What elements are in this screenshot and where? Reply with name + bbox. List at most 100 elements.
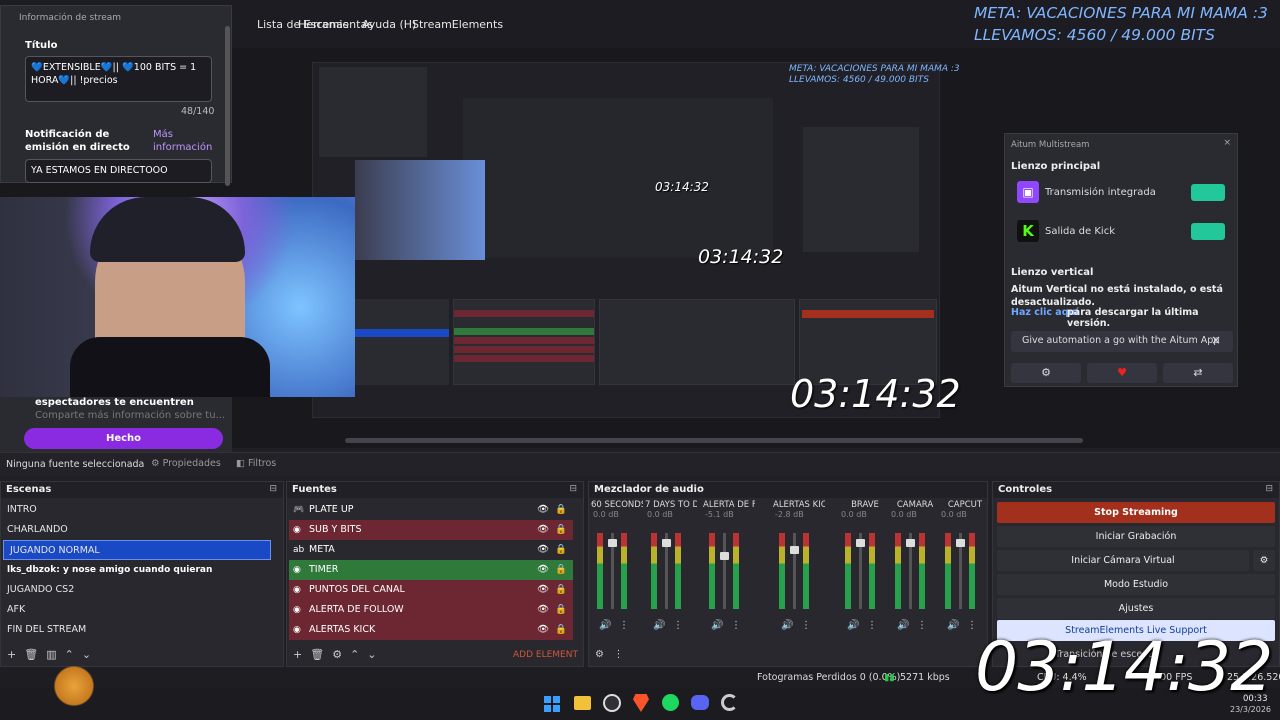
file-explorer-icon[interactable] xyxy=(574,696,591,710)
mixer-settings-icon[interactable]: ⚙ xyxy=(595,649,604,660)
spotify-icon[interactable] xyxy=(662,694,679,711)
dialog-header: Información de stream xyxy=(19,13,122,23)
sources-dock-menu-icon[interactable]: ⊟ xyxy=(569,484,577,494)
volume-slider-knob[interactable] xyxy=(956,539,965,548)
lock-icon[interactable]: 🔒 xyxy=(555,520,567,540)
aitum-settings-button[interactable]: ⚙ xyxy=(1011,363,1081,383)
aitum-title: Aitum Multistream xyxy=(1011,140,1090,150)
dialog-scrollbar[interactable] xyxy=(225,26,230,186)
done-button[interactable]: Hecho xyxy=(24,428,223,449)
volume-slider-track[interactable] xyxy=(723,533,726,609)
source-sub-y-bits[interactable]: ◉ SUB Y BITS 👁 🔒 xyxy=(289,520,573,540)
start-virtual-camera-button[interactable]: Iniciar Cámara Virtual xyxy=(997,550,1249,571)
channel-menu-icon[interactable]: ⋮ xyxy=(917,620,927,631)
goal-overlay: META: VACACIONES PARA MI MAMA :3 LLEVAMO… xyxy=(974,2,1268,46)
stop-streaming-button[interactable]: Stop Streaming xyxy=(997,502,1275,523)
discord-icon[interactable] xyxy=(691,695,709,710)
speaker-icon[interactable]: 🔊 xyxy=(947,620,959,631)
scenes-dock-menu-icon[interactable]: ⊟ xyxy=(269,484,277,494)
move-source-up-button[interactable]: ⌃ xyxy=(350,648,367,661)
windows-start-icon[interactable] xyxy=(544,696,560,712)
title-input[interactable]: 💙EXTENSIBLE💙|| 💙100 BITS = 1 HORA💙|| !pr… xyxy=(25,56,212,102)
menu-help[interactable]: Ayuda (H) xyxy=(362,18,416,31)
scene-jugando-cs2[interactable]: JUGANDO CS2 xyxy=(1,580,283,600)
settings-button[interactable]: Ajustes xyxy=(997,598,1275,619)
studio-mode-button[interactable]: Modo Estudio xyxy=(997,574,1275,595)
lock-icon[interactable]: 🔒 xyxy=(555,560,567,580)
source-timer[interactable]: ◉ TIMER 👁 🔒 xyxy=(289,560,573,580)
filters-button[interactable]: ◧ Filtros xyxy=(236,458,276,469)
nested-mixer xyxy=(599,299,795,385)
menu-streamelements[interactable]: StreamElements xyxy=(412,18,503,31)
start-recording-button[interactable]: Iniciar Grabación xyxy=(997,526,1275,547)
scene-intro[interactable]: INTRO xyxy=(1,500,283,520)
source-alerta-de-follow[interactable]: ◉ ALERTA DE FOLLOW 👁 🔒 xyxy=(289,600,573,620)
lock-icon[interactable]: 🔒 xyxy=(555,620,567,640)
speaker-icon[interactable]: 🔊 xyxy=(847,620,859,631)
eye-icon[interactable]: 👁 xyxy=(537,620,549,640)
source-plate-up[interactable]: 🎮 PLATE UP 👁 🔒 xyxy=(289,500,573,520)
source-alertas-kick[interactable]: ◉ ALERTAS KICK 👁 🔒 xyxy=(289,620,573,640)
channel-menu-icon[interactable]: ⋮ xyxy=(619,620,629,631)
virtual-camera-settings-button[interactable]: ⚙ xyxy=(1253,550,1275,571)
scene-jugando-normal[interactable]: JUGANDO NORMAL xyxy=(3,540,271,560)
volume-slider-knob[interactable] xyxy=(906,539,915,548)
kick-output-toggle[interactable] xyxy=(1191,223,1225,240)
scene-fin-del-stream[interactable]: FIN DEL STREAM xyxy=(1,620,283,640)
aitum-donate-button[interactable]: ♥ xyxy=(1087,363,1157,383)
volume-slider-knob[interactable] xyxy=(790,545,799,554)
add-element-button[interactable]: ADD ELEMENT xyxy=(513,650,578,660)
volume-slider-track[interactable] xyxy=(793,533,796,609)
remove-scene-button[interactable]: 🗑 xyxy=(24,648,46,661)
lock-icon[interactable]: 🔒 xyxy=(555,600,567,620)
preview-scrollbar[interactable] xyxy=(345,438,1083,443)
aitum-close-icon[interactable]: × xyxy=(1223,138,1231,148)
obs-icon[interactable] xyxy=(603,694,621,712)
channel-menu-icon[interactable]: ⋮ xyxy=(801,620,811,631)
properties-button[interactable]: ⚙ Propiedades xyxy=(151,458,221,469)
volume-slider-knob[interactable] xyxy=(662,539,671,548)
volume-slider-knob[interactable] xyxy=(608,539,617,548)
add-scene-button[interactable]: + xyxy=(7,648,24,661)
source-meta[interactable]: ab META 👁 🔒 xyxy=(289,540,573,560)
remove-source-button[interactable]: 🗑 xyxy=(310,648,332,661)
channel-menu-icon[interactable]: ⋮ xyxy=(867,620,877,631)
lock-icon[interactable]: 🔒 xyxy=(555,500,567,520)
speaker-icon[interactable]: 🔊 xyxy=(781,620,793,631)
mixer-menu-icon[interactable]: ⋮ xyxy=(614,649,624,660)
speaker-icon[interactable]: 🔊 xyxy=(897,620,909,631)
speaker-icon[interactable]: 🔊 xyxy=(711,620,723,631)
eye-icon[interactable]: 👁 xyxy=(537,520,549,540)
capcut-icon[interactable] xyxy=(721,694,738,711)
move-scene-down-button[interactable]: ⌄ xyxy=(82,648,99,661)
move-source-down-button[interactable]: ⌄ xyxy=(367,648,384,661)
source-props-button[interactable]: ⚙ xyxy=(332,648,350,661)
add-source-button[interactable]: + xyxy=(293,648,310,661)
automation-close-icon[interactable]: × xyxy=(1211,333,1221,347)
scene-afk[interactable]: AFK xyxy=(1,600,283,620)
controls-dock-menu-icon[interactable]: ⊟ xyxy=(1265,484,1273,494)
automation-banner[interactable]: Give automation a go with the Aitum App … xyxy=(1011,331,1233,352)
speaker-icon[interactable]: 🔊 xyxy=(653,620,665,631)
move-scene-up-button[interactable]: ⌃ xyxy=(65,648,82,661)
scene-charlando[interactable]: CHARLANDO xyxy=(1,520,283,540)
volume-slider-knob[interactable] xyxy=(856,539,865,548)
speaker-icon[interactable]: 🔊 xyxy=(599,620,611,631)
channel-menu-icon[interactable]: ⋮ xyxy=(731,620,741,631)
lock-icon[interactable]: 🔒 xyxy=(555,580,567,600)
notification-input[interactable]: YA ESTAMOS EN DIRECTOOO xyxy=(25,159,212,183)
lock-icon[interactable]: 🔒 xyxy=(555,540,567,560)
eye-icon[interactable]: 👁 xyxy=(537,600,549,620)
twitch-output-toggle[interactable] xyxy=(1191,184,1225,201)
eye-icon[interactable]: 👁 xyxy=(537,580,549,600)
eye-icon[interactable]: 👁 xyxy=(537,560,549,580)
more-info-link[interactable]: Más información xyxy=(153,128,213,154)
eye-icon[interactable]: 👁 xyxy=(537,500,549,520)
brave-browser-icon[interactable] xyxy=(633,694,649,712)
channel-menu-icon[interactable]: ⋮ xyxy=(673,620,683,631)
scene-filters-button[interactable]: ▥ xyxy=(46,648,64,661)
source-puntos-del-canal[interactable]: ◉ PUNTOS DEL CANAL 👁 🔒 xyxy=(289,580,573,600)
eye-icon[interactable]: 👁 xyxy=(537,540,549,560)
volume-slider-knob[interactable] xyxy=(720,552,729,560)
aitum-share-button[interactable]: ⇄ xyxy=(1163,363,1233,383)
